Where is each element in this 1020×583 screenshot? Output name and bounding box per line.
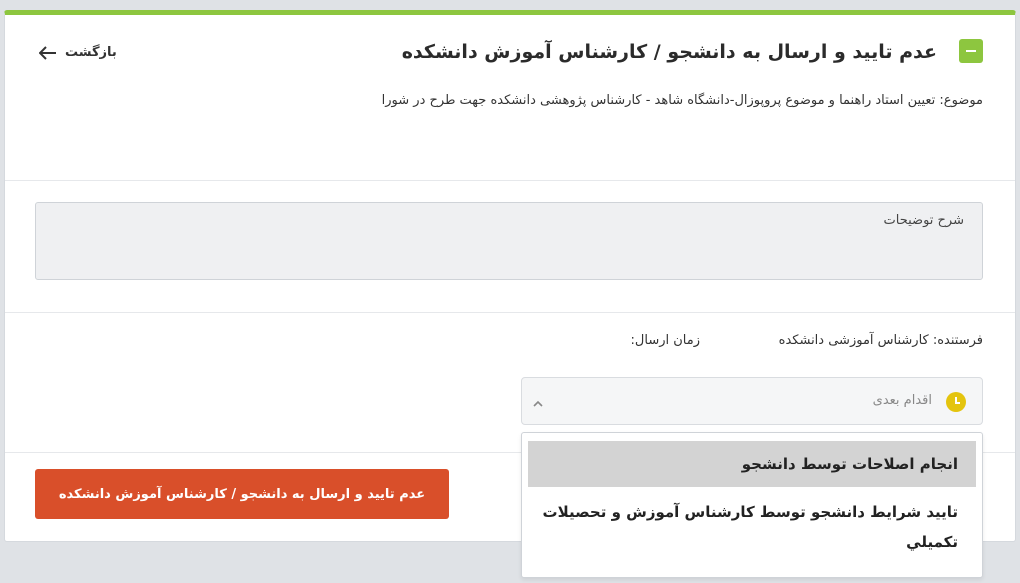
next-action-dropdown: انجام اصلاحات توسط دانشجو تایید شرایط دا… xyxy=(521,432,983,578)
arrow-left-icon xyxy=(39,45,57,60)
sender-text: فرستنده: کارشناس آموزشی دانشکده xyxy=(778,333,983,348)
card-header: عدم تایید و ارسال به دانشجو / کارشناس آم… xyxy=(5,15,1015,181)
next-action-placeholder: اقدام بعدی xyxy=(872,393,932,408)
page-title: عدم تایید و ارسال به دانشجو / کارشناس آم… xyxy=(401,41,937,63)
clock-icon xyxy=(946,392,966,412)
back-button[interactable]: بازگشت xyxy=(39,45,117,60)
dropdown-option[interactable]: تایید شرایط دانشجو توسط کارشناس آموزش و … xyxy=(528,497,976,557)
notes-section xyxy=(5,181,1015,313)
next-action-select[interactable]: اقدام بعدی xyxy=(521,377,983,425)
collapse-icon[interactable] xyxy=(959,39,983,63)
reject-submit-button[interactable]: عدم تایید و ارسال به دانشجو / کارشناس آم… xyxy=(35,469,449,519)
send-time-text: زمان ارسال: xyxy=(630,333,700,348)
subject-text: موضوع: تعیین استاد راهنما و موضوع پروپوز… xyxy=(381,93,983,108)
dropdown-option[interactable]: انجام اصلاحات توسط دانشجو xyxy=(528,441,976,487)
description-textarea[interactable] xyxy=(35,202,983,280)
back-label: بازگشت xyxy=(65,45,117,60)
chevron-up-icon xyxy=(532,395,544,414)
